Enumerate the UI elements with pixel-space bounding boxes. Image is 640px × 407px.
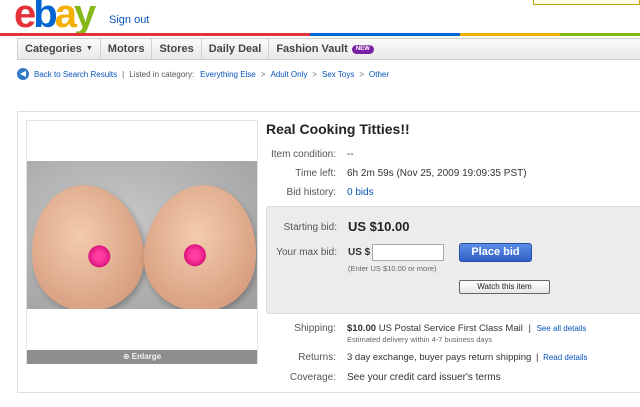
returns-label: Returns: [298, 352, 336, 363]
max-bid-input[interactable] [372, 244, 444, 261]
logo-letter-a: a [54, 0, 77, 36]
read-details-link[interactable]: Read details [543, 353, 587, 362]
back-to-search-link[interactable]: Back to Search Results [34, 70, 117, 79]
shipping-separator: | [528, 323, 531, 334]
returns-policy: 3 day exchange, buyer pays return shippi… [347, 352, 532, 363]
header-color-bar [0, 33, 640, 36]
max-bid-currency: US $ [348, 247, 371, 258]
max-bid-hint: (Enter US $10.00 or more) [348, 264, 437, 273]
nipple-right [182, 242, 208, 268]
color-bar-blue [310, 33, 460, 36]
color-bar-green [560, 33, 640, 36]
watch-item-button[interactable]: Watch this item [459, 280, 550, 294]
shipping-price: $10.00 [347, 323, 377, 334]
breadcrumb-arrow: > [260, 69, 266, 79]
condition-value: -- [347, 149, 354, 160]
bid-panel: Starting bid: US $10.00 Your max bid: US… [266, 206, 640, 314]
time-left-label: Time left: [295, 168, 336, 179]
color-bar-yellow [460, 33, 560, 36]
item-panel: ⊕ Enlarge Real Cooking Titties!! Item co… [17, 111, 640, 393]
enlarge-label: Enlarge [131, 352, 162, 361]
ebay-logo[interactable]: ebay [14, 0, 96, 36]
category-other[interactable]: Other [369, 70, 389, 79]
shipping-value: $10.00 US Postal Service First Class Mai… [347, 323, 586, 334]
category-everything-else[interactable]: Everything Else [200, 70, 256, 79]
breadcrumb-separator: | [122, 69, 125, 79]
shipping-service: US Postal Service First Class Mail [378, 323, 523, 334]
condition-label: Item condition: [270, 149, 336, 160]
bid-history-link[interactable]: 0 bids [347, 187, 374, 198]
main-nav: Categories ▼ Motors Stores Daily Deal Fa… [17, 38, 640, 60]
starting-bid-value: US $10.00 [348, 219, 410, 234]
logo-letter-y: y [73, 0, 96, 36]
breadcrumb: ◀ Back to Search Results | Listed in cat… [17, 67, 389, 81]
breadcrumb-arrow: > [359, 69, 364, 79]
coverage-value: See your credit card issuer's terms [347, 372, 501, 383]
max-bid-label: Your max bid: [276, 247, 337, 258]
category-adult-only[interactable]: Adult Only [270, 70, 307, 79]
delivery-estimate: Estimated delivery within 4-7 business d… [347, 335, 493, 344]
back-arrow-icon[interactable]: ◀ [17, 68, 29, 80]
header: ebay Sign out [0, 0, 640, 36]
shipping-label: Shipping: [294, 323, 336, 334]
logo-letter-e: e [14, 0, 36, 36]
color-bar-red [0, 33, 150, 36]
silicone-form-right [136, 177, 257, 309]
search-box-edge[interactable] [533, 0, 640, 5]
starting-bid-label: Starting bid: [283, 222, 337, 233]
bid-history-label: Bid history: [286, 187, 336, 198]
color-bar-red-2 [150, 33, 310, 36]
nav-categories[interactable]: Categories ▼ [18, 39, 101, 59]
new-badge: NEW [351, 44, 374, 54]
item-image-frame[interactable]: ⊕ Enlarge [26, 120, 258, 364]
chevron-down-icon: ▼ [85, 45, 93, 52]
nav-fashion-vault[interactable]: Fashion Vault NEW [269, 39, 381, 59]
nav-fashion-vault-label: Fashion Vault [276, 43, 348, 55]
returns-separator: | [535, 352, 539, 363]
logo-letter-b: b [33, 0, 58, 36]
item-title: Real Cooking Titties!! [266, 121, 410, 137]
nav-motors[interactable]: Motors [101, 39, 153, 59]
silicone-form-left [27, 177, 152, 309]
nav-stores[interactable]: Stores [152, 39, 202, 59]
enlarge-button[interactable]: ⊕ Enlarge [27, 350, 257, 364]
category-sex-toys[interactable]: Sex Toys [322, 70, 354, 79]
item-photo[interactable] [27, 161, 257, 309]
nav-categories-label: Categories [25, 43, 82, 55]
magnifier-icon: ⊕ [122, 352, 130, 361]
listed-in-label: Listed in category: [129, 69, 195, 79]
returns-value: 3 day exchange, buyer pays return shippi… [347, 352, 588, 363]
nipple-left [86, 243, 112, 269]
breadcrumb-arrow: > [312, 69, 318, 79]
nav-daily-deal[interactable]: Daily Deal [202, 39, 270, 59]
time-left-value: 6h 2m 59s (Nov 25, 2009 19:09:35 PST) [347, 168, 527, 179]
see-all-details-link[interactable]: See all details [537, 324, 587, 333]
coverage-label: Coverage: [289, 372, 336, 383]
place-bid-button[interactable]: Place bid [459, 243, 532, 262]
sign-out-link[interactable]: Sign out [109, 14, 149, 26]
